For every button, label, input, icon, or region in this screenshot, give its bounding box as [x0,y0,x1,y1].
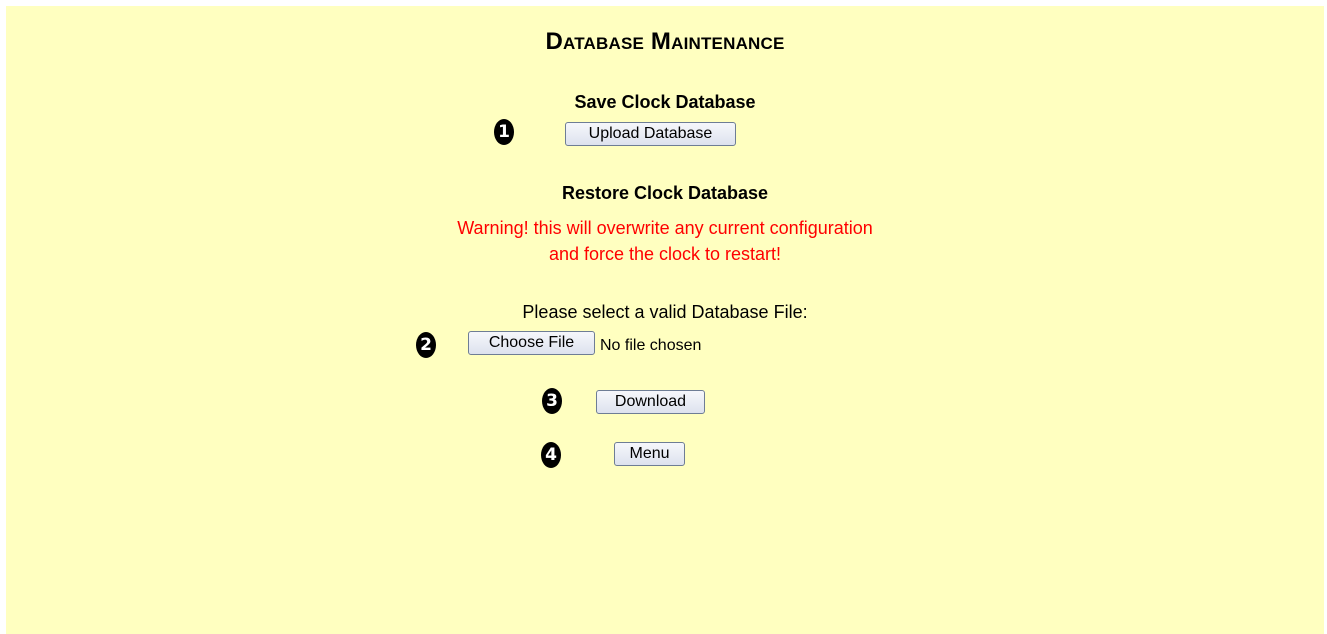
restore-warning: Warning! this will overwrite any current… [6,215,1324,267]
page-title: Database Maintenance [545,28,785,55]
step-marker-2: 2 [416,332,436,358]
save-section-heading: Save Clock Database [574,92,756,112]
warning-line-2: and force the clock to restart! [548,244,782,264]
maintenance-panel: Database Maintenance Save Clock Database… [6,6,1324,634]
warning-line-1: Warning! this will overwrite any current… [457,218,873,238]
restore-section-heading: Restore Clock Database [561,183,769,203]
step-marker-4: 4 [541,442,561,468]
upload-database-button[interactable]: Upload Database [565,122,736,146]
choose-file-button[interactable]: Choose File [468,331,595,355]
step-marker-3: 3 [542,388,562,414]
menu-button[interactable]: Menu [614,442,685,466]
select-file-label: Please select a valid Database File: [522,302,808,322]
download-button[interactable]: Download [596,390,705,414]
file-status-text: No file chosen [600,337,702,354]
step-marker-1: 1 [494,119,514,145]
